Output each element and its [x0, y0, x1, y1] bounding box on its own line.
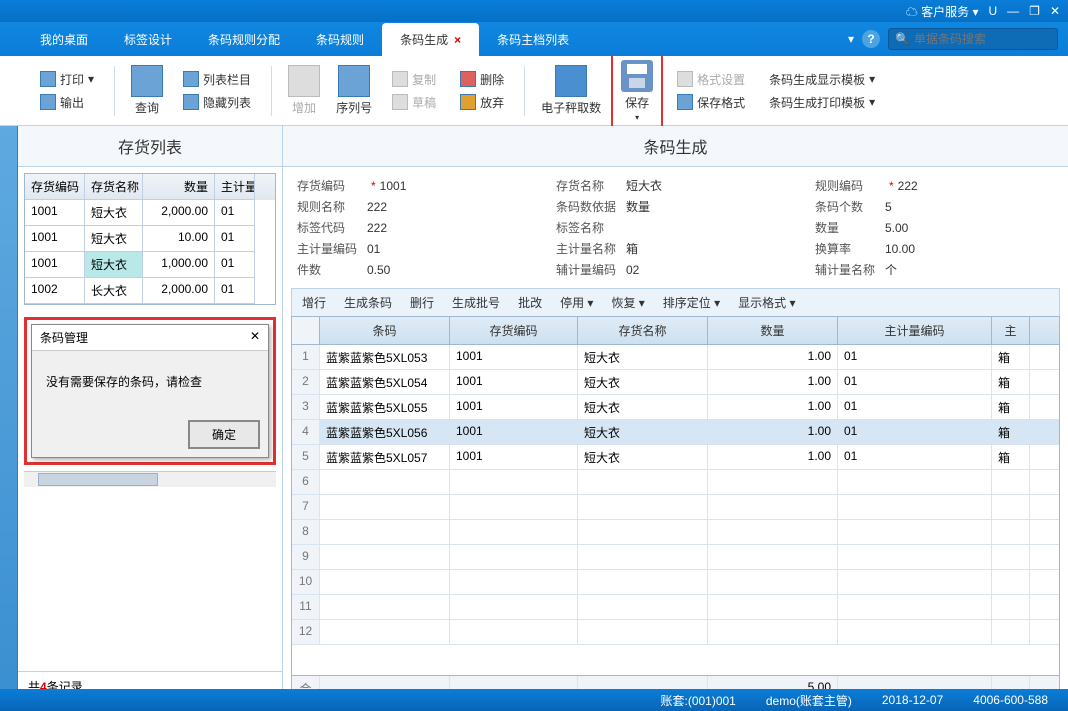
left-dock-bar[interactable] — [0, 126, 18, 701]
grid-row-empty[interactable]: 7 — [292, 495, 1059, 520]
help-icon[interactable]: ? — [862, 30, 880, 48]
window-titlebar: ☁ 客户服务 ▾ U — ❐ ✕ — [0, 0, 1068, 22]
message-dialog: 条码管理 ✕ 没有需要保存的条码，请检查 确定 — [31, 324, 269, 458]
tab-4[interactable]: 条码生成× — [382, 23, 479, 56]
dialog-highlight: 条码管理 ✕ 没有需要保存的条码，请检查 确定 — [24, 317, 276, 465]
barcode-panel: 条码生成 存货编码*1001 存货名称短大衣 规则编码*222 规则名称222 … — [283, 126, 1068, 701]
print-template-button[interactable]: 条码生成打印模板▾ — [763, 92, 881, 113]
tab-3[interactable]: 条码规则 — [298, 23, 382, 56]
gridbar-6[interactable]: 恢复 ▾ — [611, 294, 644, 311]
form-area: 存货编码*1001 存货名称短大衣 规则编码*222 规则名称222 条码数依据… — [283, 167, 1068, 288]
status-date: 2018-12-07 — [882, 693, 943, 707]
search-input[interactable] — [914, 32, 1068, 46]
grid-header[interactable]: 主 — [992, 317, 1030, 344]
inv-header[interactable]: 存货名称 — [85, 174, 143, 200]
scale-button[interactable]: 电子秤取数 — [535, 63, 607, 118]
inventory-grid: 存货编码存货名称数量主计量 1001短大衣2,000.00011001短大衣10… — [24, 173, 276, 305]
output-button[interactable]: 输出 — [34, 92, 100, 113]
grid-row-empty[interactable]: 11 — [292, 595, 1059, 620]
grid-row[interactable]: 1蓝紫蓝紫色5XL0531001短大衣1.0001箱 — [292, 345, 1059, 370]
grid-header[interactable]: 条码 — [320, 317, 450, 344]
status-account: 账套:(001)001 — [660, 692, 735, 709]
tab-menu-dropdown[interactable]: ▾ — [848, 32, 854, 46]
query-button[interactable]: 查询 — [125, 63, 169, 118]
barcode-title: 条码生成 — [283, 126, 1068, 167]
format-settings-button: 格式设置 — [671, 69, 751, 90]
barcode-grid: 条码存货编码存货名称数量主计量编码主 1蓝紫蓝紫色5XL0531001短大衣1.… — [291, 316, 1060, 701]
save-button[interactable]: 保存▾ — [615, 58, 659, 124]
dialog-message: 没有需要保存的条码，请检查 — [32, 351, 268, 412]
close-button[interactable]: ✕ — [1050, 4, 1060, 18]
grid-header[interactable]: 存货编码 — [450, 317, 578, 344]
grid-row-empty[interactable]: 9 — [292, 545, 1059, 570]
hide-list-button[interactable]: 隐藏列表 — [177, 92, 257, 113]
tab-0[interactable]: 我的桌面 — [22, 23, 106, 56]
grid-row-empty[interactable]: 12 — [292, 620, 1059, 645]
gridbar-0[interactable]: 增行 — [302, 294, 326, 311]
inventory-row[interactable]: 1002长大衣2,000.0001 — [25, 278, 275, 304]
ribbon-toolbar: 打印 ▾ 输出 查询 列表栏目 隐藏列表 增加 序列号 复制 草稿 删除 放弃 … — [0, 56, 1068, 126]
inv-header[interactable]: 主计量 — [215, 174, 255, 200]
minimize-button[interactable]: — — [1007, 4, 1019, 18]
grid-row-empty[interactable]: 8 — [292, 520, 1059, 545]
print-button[interactable]: 打印 ▾ — [34, 69, 100, 90]
grid-header[interactable]: 数量 — [708, 317, 838, 344]
u-menu[interactable]: U — [989, 4, 998, 18]
status-bar: 账套:(001)001 demo(账套主管) 2018-12-07 4006-6… — [0, 689, 1068, 711]
maximize-button[interactable]: ❐ — [1029, 4, 1040, 18]
search-box[interactable]: 🔍 — [888, 28, 1058, 50]
customer-service-link[interactable]: ☁ 客户服务 ▾ — [906, 3, 979, 20]
grid-row-empty[interactable]: 6 — [292, 470, 1059, 495]
status-tel: 4006-600-588 — [973, 693, 1048, 707]
inventory-title: 存货列表 — [18, 126, 282, 167]
gridbar-8[interactable]: 显示格式 ▾ — [738, 294, 795, 311]
tab-1[interactable]: 标签设计 — [106, 23, 190, 56]
tab-2[interactable]: 条码规则分配 — [190, 23, 298, 56]
grid-row[interactable]: 4蓝紫蓝紫色5XL0561001短大衣1.0001箱 — [292, 420, 1059, 445]
inventory-row[interactable]: 1001短大衣10.0001 — [25, 226, 275, 252]
tab-5[interactable]: 条码主档列表 — [479, 23, 587, 56]
inventory-row[interactable]: 1001短大衣1,000.0001 — [25, 252, 275, 278]
inventory-row[interactable]: 1001短大衣2,000.0001 — [25, 200, 275, 226]
inventory-panel: 存货列表 存货编码存货名称数量主计量 1001短大衣2,000.00011001… — [18, 126, 283, 701]
gridbar-3[interactable]: 生成批号 — [452, 294, 500, 311]
grid-toolbar: 增行 生成条码 删行 生成批号 批改 停用 ▾ 恢复 ▾ 排序定位 ▾ 显示格式 ▾ — [291, 288, 1060, 316]
dialog-ok-button[interactable]: 确定 — [188, 420, 260, 449]
status-user: demo(账套主管) — [766, 692, 852, 709]
list-columns-button[interactable]: 列表栏目 — [177, 69, 257, 90]
search-icon: 🔍 — [895, 32, 910, 46]
dialog-title: 条码管理 — [40, 329, 88, 346]
save-format-button[interactable]: 保存格式 — [671, 92, 751, 113]
inv-header[interactable]: 存货编码 — [25, 174, 85, 200]
save-highlight: 保存▾ — [611, 54, 663, 128]
tab-close-icon[interactable]: × — [454, 33, 461, 47]
dialog-close-icon[interactable]: ✕ — [250, 329, 260, 346]
gridbar-5[interactable]: 停用 ▾ — [560, 294, 593, 311]
add-button: 增加 — [282, 63, 326, 118]
inventory-hscrollbar[interactable] — [24, 471, 276, 487]
grid-header[interactable]: 主计量编码 — [838, 317, 992, 344]
grid-row[interactable]: 2蓝紫蓝紫色5XL0541001短大衣1.0001箱 — [292, 370, 1059, 395]
sequence-button[interactable]: 序列号 — [330, 63, 378, 118]
grid-row[interactable]: 3蓝紫蓝紫色5XL0551001短大衣1.0001箱 — [292, 395, 1059, 420]
tab-bar: 我的桌面标签设计条码规则分配条码规则条码生成×条码主档列表 ▾ ? 🔍 — [0, 22, 1068, 56]
grid-row[interactable]: 5蓝紫蓝紫色5XL0571001短大衣1.0001箱 — [292, 445, 1059, 470]
grid-row-empty[interactable]: 10 — [292, 570, 1059, 595]
gridbar-2[interactable]: 删行 — [410, 294, 434, 311]
gridbar-4[interactable]: 批改 — [518, 294, 542, 311]
discard-button[interactable]: 放弃 — [454, 92, 510, 113]
draft-button: 草稿 — [386, 92, 442, 113]
display-template-button[interactable]: 条码生成显示模板▾ — [763, 69, 881, 90]
save-icon — [621, 60, 653, 92]
inv-header[interactable]: 数量 — [143, 174, 215, 200]
grid-header[interactable]: 存货名称 — [578, 317, 708, 344]
gridbar-7[interactable]: 排序定位 ▾ — [663, 294, 720, 311]
gridbar-1[interactable]: 生成条码 — [344, 294, 392, 311]
copy-button: 复制 — [386, 69, 442, 90]
delete-button[interactable]: 删除 — [454, 69, 510, 90]
